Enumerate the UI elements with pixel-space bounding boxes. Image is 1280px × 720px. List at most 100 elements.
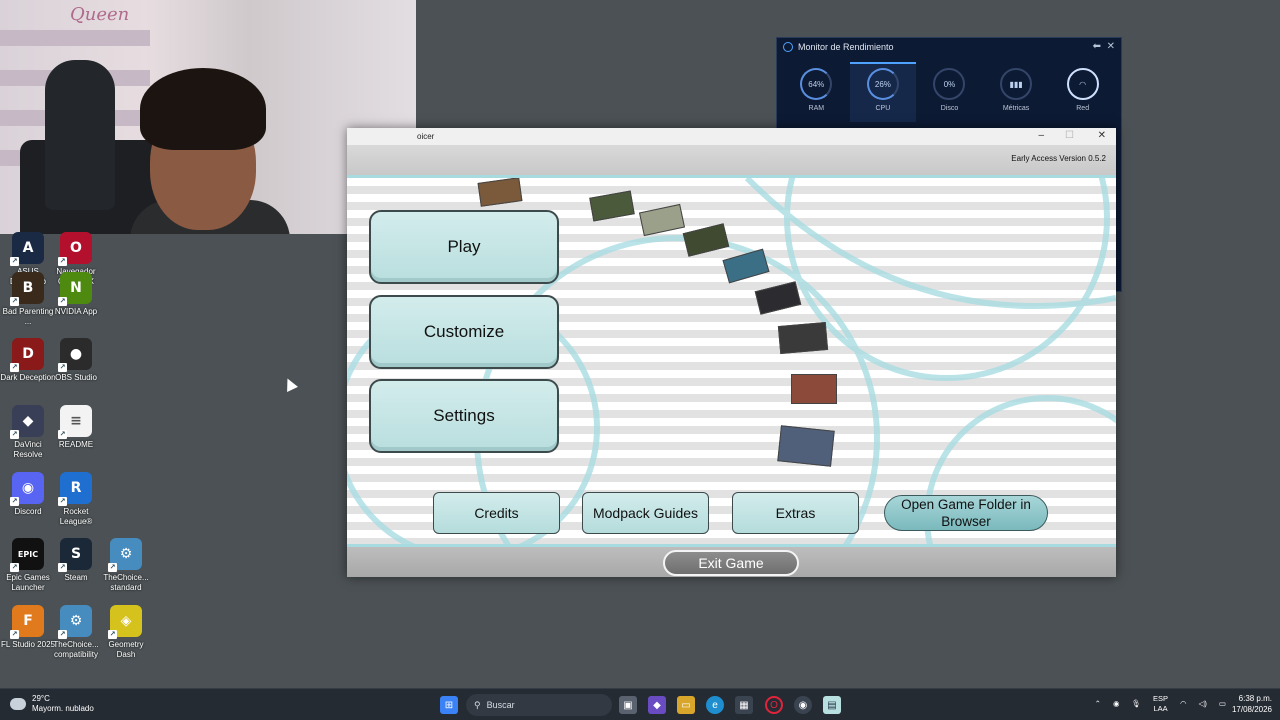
battery-icon[interactable]: ▭ bbox=[1219, 699, 1226, 709]
language-indicator[interactable]: ESP LAA bbox=[1153, 694, 1168, 714]
desktop-icon-label: NVIDIA App bbox=[54, 307, 98, 316]
tray-overflow-icon[interactable]: ⌃ bbox=[1095, 699, 1101, 709]
metrics-bars-icon: ▮▮▮ bbox=[1000, 68, 1033, 100]
credits-button[interactable]: Credits bbox=[433, 492, 560, 534]
back-icon[interactable]: ⬅ bbox=[1093, 41, 1101, 52]
hanging-jacket bbox=[45, 60, 115, 210]
gauge-cpu[interactable]: 26% CPU bbox=[849, 62, 917, 122]
davinci-icon: ◆ ↗ bbox=[10, 405, 44, 439]
wall-sign-text: Queen bbox=[70, 4, 130, 25]
start-windows-icon[interactable]: ⊞ bbox=[440, 696, 458, 714]
document-icon: ≡ ↗ bbox=[58, 405, 92, 439]
weather-widget[interactable]: 29°C Mayorm. nublado bbox=[10, 694, 94, 714]
microphone-icon[interactable]: 🎙 bbox=[1132, 699, 1142, 709]
settings-button[interactable]: Settings bbox=[369, 379, 559, 453]
copilot-icon[interactable]: ◆ bbox=[648, 696, 666, 714]
epic-games-icon: EPIC ↗ bbox=[10, 538, 44, 572]
opera-gx-icon: O ↗ bbox=[58, 232, 92, 266]
nvidia-icon: N ↗ bbox=[58, 272, 92, 306]
desktop-icon[interactable]: ● ↗ OBS Studio bbox=[48, 338, 104, 383]
perf-title-bar: Monitor de Rendimiento ⬅ ✕ bbox=[777, 38, 1121, 56]
cpu-ring: 26% bbox=[866, 68, 899, 100]
gauge-disk[interactable]: 0% Disco bbox=[916, 64, 983, 124]
shortcut-arrow-icon: ↗ bbox=[58, 430, 67, 439]
taskbar: 29°C Mayorm. nublado ⊞ ⚲ Buscar ▣ ◆ ▭ e … bbox=[0, 688, 1280, 720]
perf-title: Monitor de Rendimiento bbox=[798, 42, 894, 52]
desktop-icon[interactable]: ◈ ↗ Geometry Dash bbox=[98, 605, 154, 660]
security-icon[interactable]: ◉ bbox=[1113, 699, 1120, 709]
store-icon[interactable]: ▦ bbox=[735, 696, 753, 714]
game-thumbnail bbox=[791, 374, 837, 404]
desktop-icon[interactable]: ≡ ↗ README bbox=[48, 405, 104, 450]
file-explorer-icon[interactable]: ▭ bbox=[677, 696, 695, 714]
shortcut-arrow-icon: ↗ bbox=[108, 630, 117, 639]
extras-button[interactable]: Extras bbox=[732, 492, 859, 534]
task-view-icon[interactable]: ▣ bbox=[619, 696, 637, 714]
search-icon: ⚲ bbox=[474, 699, 481, 710]
game-window: oicer – ☐ ✕ Early Access Version 0.5.2 P… bbox=[347, 128, 1116, 577]
shortcut-arrow-icon: ↗ bbox=[10, 630, 19, 639]
godot-icon: ⚙ ↗ bbox=[58, 605, 92, 639]
desktop-icon[interactable]: ⚙ ↗ TheChoice... standard bbox=[98, 538, 154, 593]
weather-desc: Mayorm. nublado bbox=[32, 704, 94, 713]
taskbar-search[interactable]: ⚲ Buscar bbox=[466, 694, 612, 716]
ram-ring: 64% bbox=[800, 68, 833, 100]
desktop-icon[interactable]: R ↗ Rocket League® bbox=[48, 472, 104, 527]
obs-icon: ● ↗ bbox=[58, 338, 92, 372]
godot-icon: ⚙ ↗ bbox=[108, 538, 142, 572]
shortcut-arrow-icon: ↗ bbox=[108, 563, 117, 572]
shortcut-arrow-icon: ↗ bbox=[58, 497, 67, 506]
game-thumbnail bbox=[777, 425, 835, 467]
clock-date: 17/08/2026 bbox=[1231, 705, 1272, 714]
shortcut-arrow-icon: ↗ bbox=[58, 363, 67, 372]
customize-button[interactable]: Customize bbox=[369, 295, 559, 369]
lang-top: ESP bbox=[1153, 694, 1169, 703]
desktop-icon[interactable]: ⚙ ↗ TheChoice... compatibility bbox=[48, 605, 104, 660]
wifi-icon[interactable]: ◠ bbox=[1180, 699, 1187, 709]
play-button[interactable]: Play bbox=[369, 210, 559, 284]
volume-icon[interactable]: ◁) bbox=[1199, 699, 1207, 709]
desktop-icon[interactable]: S ↗ Steam bbox=[48, 538, 104, 583]
game-taskbar-icon[interactable]: ▤ bbox=[823, 696, 841, 714]
steam-icon: S ↗ bbox=[58, 538, 92, 572]
shortcut-arrow-icon: ↗ bbox=[10, 257, 19, 266]
game-window-title: oicer bbox=[417, 132, 435, 141]
gauge-label: Disco bbox=[940, 105, 959, 112]
search-placeholder: Buscar bbox=[486, 700, 515, 710]
exit-game-button[interactable]: Exit Game bbox=[663, 550, 799, 576]
shortcut-arrow-icon: ↗ bbox=[10, 363, 19, 372]
person-hair bbox=[140, 68, 266, 150]
rocket-league-icon: R ↗ bbox=[58, 472, 92, 506]
desktop-icon-label: TheChoice... compatibility bbox=[53, 640, 99, 659]
clock-time: 6:38 p.m. bbox=[1238, 694, 1272, 703]
gauge-label: CPU bbox=[875, 105, 891, 112]
main-menu-area: Play Customize Settings Credits Modpack … bbox=[347, 175, 1116, 547]
desktop-icon-label: Steam bbox=[64, 573, 88, 582]
clock[interactable]: 6:38 p.m. 17/08/2026 bbox=[1232, 693, 1272, 715]
maximize-icon[interactable]: ☐ bbox=[1065, 130, 1074, 141]
shortcut-arrow-icon: ↗ bbox=[10, 497, 19, 506]
open-game-folder-button[interactable]: Open Game Folder in Browser bbox=[884, 495, 1048, 531]
bad-parenting-icon: B ↗ bbox=[10, 272, 44, 306]
shortcut-arrow-icon: ↗ bbox=[58, 630, 67, 639]
geometry-dash-icon: ◈ ↗ bbox=[108, 605, 142, 639]
close-icon[interactable]: ✕ bbox=[1107, 41, 1115, 52]
modpack-guides-button[interactable]: Modpack Guides bbox=[582, 492, 709, 534]
gauge-metrics[interactable]: ▮▮▮ Métricas bbox=[983, 64, 1050, 124]
gauge-ram[interactable]: 64% RAM bbox=[783, 64, 850, 124]
desktop-icon-label: FL Studio 2025 bbox=[1, 640, 55, 649]
gauge-network[interactable]: ◠ Red bbox=[1049, 64, 1116, 124]
wifi-icon: ◠ bbox=[1066, 68, 1099, 100]
close-icon[interactable]: ✕ bbox=[1098, 130, 1106, 141]
opera-gx-icon[interactable]: O bbox=[765, 696, 783, 714]
edge-icon[interactable]: e bbox=[706, 696, 724, 714]
minimize-icon[interactable]: – bbox=[1038, 130, 1044, 141]
monitor-logo-icon bbox=[783, 42, 793, 52]
shortcut-arrow-icon: ↗ bbox=[58, 257, 67, 266]
disk-ring: 0% bbox=[933, 68, 966, 100]
dark-deception-icon: D ↗ bbox=[10, 338, 44, 372]
desktop-icon-label: Geometry Dash bbox=[108, 640, 144, 659]
desktop-icon[interactable]: N ↗ NVIDIA App bbox=[48, 272, 104, 317]
obs-taskbar-icon[interactable]: ◉ bbox=[794, 696, 812, 714]
shortcut-arrow-icon: ↗ bbox=[58, 297, 67, 306]
